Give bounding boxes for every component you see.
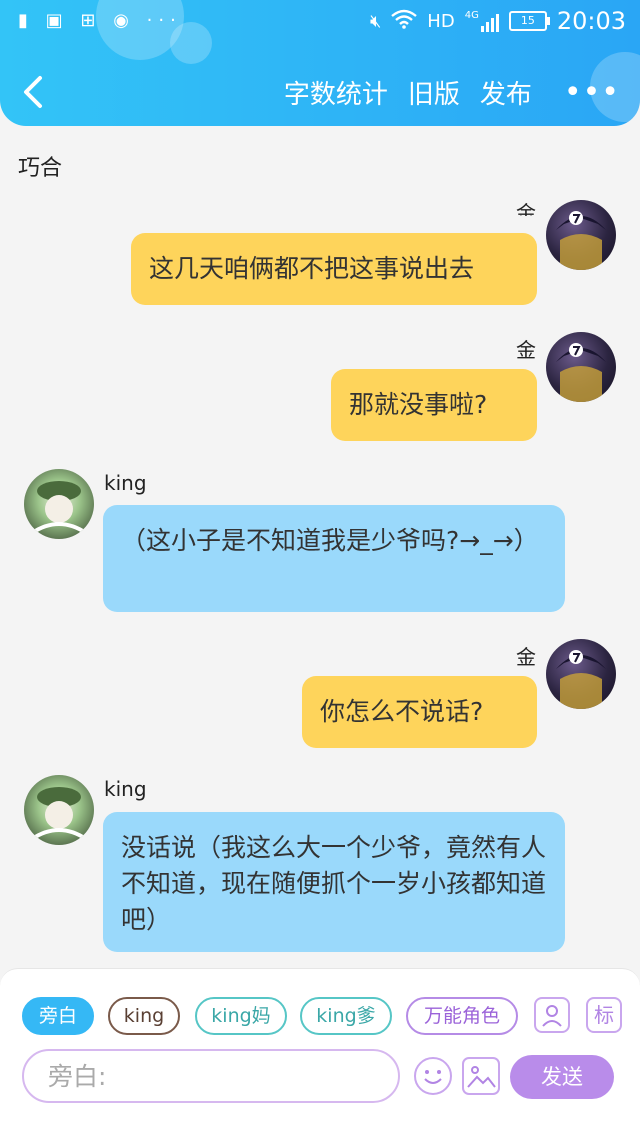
emoji-button[interactable] — [414, 1057, 452, 1095]
battery-level: 15 — [520, 14, 535, 27]
message-bubble[interactable]: 没话说（我这么大一个少爷，竟然有人不知道，现在随便抓个一岁小孩都知道吧） — [103, 812, 565, 952]
character-portrait-icon — [30, 787, 88, 841]
status-time: 20:03 — [556, 7, 626, 35]
smiley-icon — [424, 1070, 442, 1084]
send-button[interactable]: 发送 — [510, 1055, 614, 1099]
apps-icon: ⊞ — [80, 10, 102, 31]
chat-title: 巧合 — [18, 156, 63, 181]
role-chip-king-dad[interactable]: king爹 — [300, 997, 392, 1035]
character-portrait-icon — [556, 343, 606, 402]
avatar[interactable] — [24, 469, 94, 539]
network-label: 4G — [464, 10, 479, 21]
battery-icon: 15 — [508, 11, 550, 31]
mute-icon: 🔇︎ — [369, 10, 382, 32]
message-input[interactable] — [22, 1049, 400, 1103]
message-sender-name: king — [104, 471, 147, 495]
message-bubble[interactable]: 这几天咱俩都不把这事说出去 — [131, 233, 537, 305]
status-left-icons: ▮ ▣ ⊞ ◉ ··· — [18, 10, 182, 31]
header-toolbar: 字数统计 旧版 发布 ••• — [284, 74, 620, 111]
message-bubble[interactable]: （这小子是不知道我是少爷吗?→_→） — [103, 505, 565, 612]
back-button[interactable] — [14, 72, 54, 112]
status-right: 🔇︎ HD 4G 15 20:03 — [370, 6, 626, 36]
message-sender-name: 金 — [516, 645, 536, 669]
tag-icon-label: 标 — [594, 1003, 614, 1027]
role-chip-universal[interactable]: 万能角色 — [406, 997, 518, 1035]
avatar[interactable] — [546, 332, 616, 402]
message-sender-name: 金 — [516, 201, 536, 216]
more-dots-icon: ··· — [146, 10, 182, 31]
character-portrait-icon — [556, 211, 606, 270]
sim-icon: ▮ — [18, 10, 34, 31]
old-version-button[interactable]: 旧版 — [408, 74, 460, 111]
tag-button[interactable]: 标 — [586, 997, 622, 1033]
role-chip-narrator[interactable]: 旁白 — [22, 997, 94, 1035]
chevron-left-icon — [24, 76, 42, 108]
person-icon — [542, 1005, 562, 1027]
wifi-icon — [391, 9, 418, 34]
publish-button[interactable]: 发布 — [480, 74, 532, 111]
status-bar: ▮ ▣ ⊞ ◉ ··· 🔇︎ HD 4G 15 20:03 — [0, 0, 640, 44]
image-icon — [467, 1066, 496, 1088]
top-header: ▮ ▣ ⊞ ◉ ··· 🔇︎ HD 4G 15 20:03 字数统计 旧版 发布… — [0, 0, 640, 126]
signal-icon: 4G — [465, 10, 499, 32]
role-chip-king-mom[interactable]: king妈 — [195, 997, 287, 1035]
character-manage-button[interactable] — [534, 997, 570, 1033]
more-menu-button[interactable]: ••• — [552, 77, 620, 107]
avatar[interactable] — [24, 775, 94, 845]
message-sender-name: king — [104, 777, 147, 801]
avatar[interactable] — [546, 200, 616, 270]
message-bubble[interactable]: 那就没事啦? — [331, 369, 537, 441]
character-portrait-icon — [556, 650, 606, 709]
role-chip-king[interactable]: king — [108, 997, 180, 1035]
character-portrait-icon — [30, 481, 88, 535]
image-button[interactable] — [462, 1057, 500, 1095]
avatar[interactable] — [546, 639, 616, 709]
word-count-button[interactable]: 字数统计 — [284, 74, 388, 111]
compose-panel: 旁白 king king妈 king爹 万能角色 标 发送 — [0, 968, 640, 1139]
message-sender-name: 金 — [516, 338, 536, 362]
message-bubble[interactable]: 你怎么不说话? — [302, 676, 537, 748]
hd-label: HD — [427, 10, 455, 32]
image-icon: ▣ — [45, 10, 69, 31]
record-icon: ◉ — [113, 10, 135, 31]
